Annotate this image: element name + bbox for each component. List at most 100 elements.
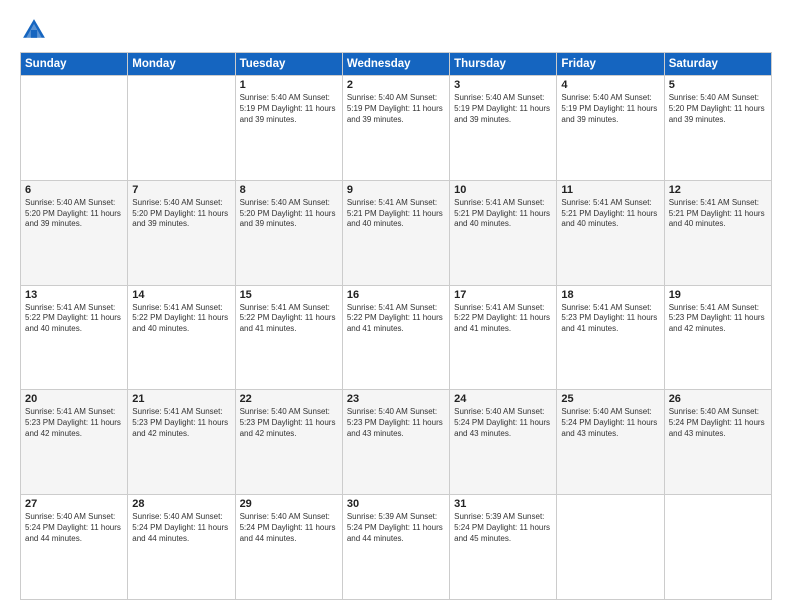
day-number: 14: [132, 289, 230, 301]
calendar-cell: 29 Sunrise: 5:40 AM Sunset: 5:24 PM Dayli…: [235, 495, 342, 600]
day-number: 30: [347, 498, 445, 510]
calendar-cell: 15Sunrise: 5:41 AM Sunset: 5:22 PM Dayli…: [235, 285, 342, 390]
day-info: Sunrise: 5:41 AM Sunset: 5:22 PM Dayligh…: [347, 303, 445, 335]
calendar-cell: 18Sunrise: 5:41 AM Sunset: 5:23 PM Dayli…: [557, 285, 664, 390]
dow-header: Saturday: [664, 53, 771, 76]
day-info: Sunrise: 5:41 AM Sunset: 5:21 PM Dayligh…: [347, 198, 445, 230]
calendar-cell: 13 Sunrise: 5:41 AM Sunset: 5:22 PM Dayli…: [21, 285, 128, 390]
day-number: 31: [454, 498, 552, 510]
day-info: Sunrise: 5:41 AM Sunset: 5:21 PM Dayligh…: [561, 198, 659, 230]
day-info: Sunrise: 5:40 AM Sunset: 5:19 PM Dayligh…: [454, 93, 552, 125]
day-info: Sunrise: 5:40 AM Sunset: 5:20 PM Dayligh…: [132, 198, 230, 230]
day-number: 17: [454, 289, 552, 301]
day-number: 13: [25, 289, 123, 301]
day-info: Sunrise: 5:41 AM Sunset: 5:22 PM Dayligh…: [454, 303, 552, 335]
day-number: 9: [347, 184, 445, 196]
day-number: 6: [25, 184, 123, 196]
day-number: 1: [240, 79, 338, 91]
day-number: 26: [669, 393, 767, 405]
calendar-cell: 2 Sunrise: 5:40 AM Sunset: 5:19 PM Daylig…: [342, 76, 449, 181]
calendar-cell: 7 Sunrise: 5:40 AM Sunset: 5:20 PM Daylig…: [128, 180, 235, 285]
day-info: Sunrise: 5:40 AM Sunset: 5:24 PM Dayligh…: [25, 512, 123, 544]
day-info: Sunrise: 5:40 AM Sunset: 5:19 PM Dayligh…: [240, 93, 338, 125]
calendar-cell: 21 Sunrise: 5:41 AM Sunset: 5:23 PM Dayli…: [128, 390, 235, 495]
calendar-cell: [128, 76, 235, 181]
day-info: Sunrise: 5:40 AM Sunset: 5:24 PM Dayligh…: [669, 407, 767, 439]
calendar-cell: 12 Sunrise: 5:41 AM Sunset: 5:21 PM Dayli…: [664, 180, 771, 285]
day-number: 19: [669, 289, 767, 301]
day-info: Sunrise: 5:40 AM Sunset: 5:20 PM Dayligh…: [25, 198, 123, 230]
calendar-cell: 25 Sunrise: 5:40 AM Sunset: 5:24 PM Dayli…: [557, 390, 664, 495]
day-number: 4: [561, 79, 659, 91]
day-info: Sunrise: 5:40 AM Sunset: 5:24 PM Dayligh…: [454, 407, 552, 439]
calendar-cell: 26 Sunrise: 5:40 AM Sunset: 5:24 PM Dayli…: [664, 390, 771, 495]
dow-header: Friday: [557, 53, 664, 76]
day-info: Sunrise: 5:41 AM Sunset: 5:23 PM Dayligh…: [132, 407, 230, 439]
dow-header: Sunday: [21, 53, 128, 76]
day-info: Sunrise: 5:41 AM Sunset: 5:23 PM Dayligh…: [25, 407, 123, 439]
day-info: Sunrise: 5:40 AM Sunset: 5:24 PM Dayligh…: [132, 512, 230, 544]
calendar-cell: [557, 495, 664, 600]
calendar-cell: 27 Sunrise: 5:40 AM Sunset: 5:24 PM Dayli…: [21, 495, 128, 600]
day-info: Sunrise: 5:40 AM Sunset: 5:24 PM Dayligh…: [240, 512, 338, 544]
logo: [20, 16, 52, 44]
logo-icon: [20, 16, 48, 44]
calendar-cell: 17 Sunrise: 5:41 AM Sunset: 5:22 PM Dayli…: [450, 285, 557, 390]
day-number: 8: [240, 184, 338, 196]
day-number: 7: [132, 184, 230, 196]
day-number: 5: [669, 79, 767, 91]
day-number: 12: [669, 184, 767, 196]
day-info: Sunrise: 5:39 AM Sunset: 5:24 PM Dayligh…: [347, 512, 445, 544]
day-info: Sunrise: 5:40 AM Sunset: 5:24 PM Dayligh…: [561, 407, 659, 439]
day-info: Sunrise: 5:40 AM Sunset: 5:20 PM Dayligh…: [240, 198, 338, 230]
day-number: 25: [561, 393, 659, 405]
day-info: Sunrise: 5:41 AM Sunset: 5:22 PM Dayligh…: [25, 303, 123, 335]
day-number: 20: [25, 393, 123, 405]
calendar-cell: 9 Sunrise: 5:41 AM Sunset: 5:21 PM Daylig…: [342, 180, 449, 285]
calendar-cell: 8 Sunrise: 5:40 AM Sunset: 5:20 PM Daylig…: [235, 180, 342, 285]
day-info: Sunrise: 5:40 AM Sunset: 5:20 PM Dayligh…: [669, 93, 767, 125]
calendar-cell: 28Sunrise: 5:40 AM Sunset: 5:24 PM Dayli…: [128, 495, 235, 600]
dow-header: Wednesday: [342, 53, 449, 76]
calendar-cell: 14Sunrise: 5:41 AM Sunset: 5:22 PM Dayli…: [128, 285, 235, 390]
dow-header: Monday: [128, 53, 235, 76]
calendar-cell: 11 Sunrise: 5:41 AM Sunset: 5:21 PM Dayli…: [557, 180, 664, 285]
day-info: Sunrise: 5:41 AM Sunset: 5:23 PM Dayligh…: [669, 303, 767, 335]
calendar-cell: 4 Sunrise: 5:40 AM Sunset: 5:19 PM Daylig…: [557, 76, 664, 181]
calendar-cell: 6 Sunrise: 5:40 AM Sunset: 5:20 PM Daylig…: [21, 180, 128, 285]
day-info: Sunrise: 5:40 AM Sunset: 5:23 PM Dayligh…: [240, 407, 338, 439]
calendar-cell: 3 Sunrise: 5:40 AM Sunset: 5:19 PM Daylig…: [450, 76, 557, 181]
day-number: 2: [347, 79, 445, 91]
day-info: Sunrise: 5:41 AM Sunset: 5:23 PM Dayligh…: [561, 303, 659, 335]
day-number: 29: [240, 498, 338, 510]
day-info: Sunrise: 5:41 AM Sunset: 5:21 PM Dayligh…: [454, 198, 552, 230]
day-info: Sunrise: 5:39 AM Sunset: 5:24 PM Dayligh…: [454, 512, 552, 544]
day-number: 22: [240, 393, 338, 405]
calendar-cell: 1 Sunrise: 5:40 AM Sunset: 5:19 PM Daylig…: [235, 76, 342, 181]
day-info: Sunrise: 5:40 AM Sunset: 5:19 PM Dayligh…: [561, 93, 659, 125]
calendar-cell: 5 Sunrise: 5:40 AM Sunset: 5:20 PM Daylig…: [664, 76, 771, 181]
day-number: 3: [454, 79, 552, 91]
day-info: Sunrise: 5:40 AM Sunset: 5:23 PM Dayligh…: [347, 407, 445, 439]
day-info: Sunrise: 5:41 AM Sunset: 5:21 PM Dayligh…: [669, 198, 767, 230]
day-number: 10: [454, 184, 552, 196]
calendar-cell: 30 Sunrise: 5:39 AM Sunset: 5:24 PM Dayli…: [342, 495, 449, 600]
dow-header: Thursday: [450, 53, 557, 76]
day-number: 16: [347, 289, 445, 301]
calendar-cell: 20 Sunrise: 5:41 AM Sunset: 5:23 PM Dayli…: [21, 390, 128, 495]
day-number: 27: [25, 498, 123, 510]
day-info: Sunrise: 5:41 AM Sunset: 5:22 PM Dayligh…: [240, 303, 338, 335]
dow-header: Tuesday: [235, 53, 342, 76]
day-number: 21: [132, 393, 230, 405]
calendar-cell: [664, 495, 771, 600]
day-number: 23: [347, 393, 445, 405]
day-info: Sunrise: 5:40 AM Sunset: 5:19 PM Dayligh…: [347, 93, 445, 125]
day-number: 11: [561, 184, 659, 196]
calendar-cell: 22 Sunrise: 5:40 AM Sunset: 5:23 PM Dayli…: [235, 390, 342, 495]
calendar: SundayMondayTuesdayWednesdayThursdayFrid…: [20, 52, 772, 600]
calendar-cell: 23 Sunrise: 5:40 AM Sunset: 5:23 PM Dayli…: [342, 390, 449, 495]
calendar-cell: 10 Sunrise: 5:41 AM Sunset: 5:21 PM Dayli…: [450, 180, 557, 285]
calendar-cell: 31 Sunrise: 5:39 AM Sunset: 5:24 PM Dayli…: [450, 495, 557, 600]
calendar-cell: [21, 76, 128, 181]
calendar-cell: 19 Sunrise: 5:41 AM Sunset: 5:23 PM Dayli…: [664, 285, 771, 390]
